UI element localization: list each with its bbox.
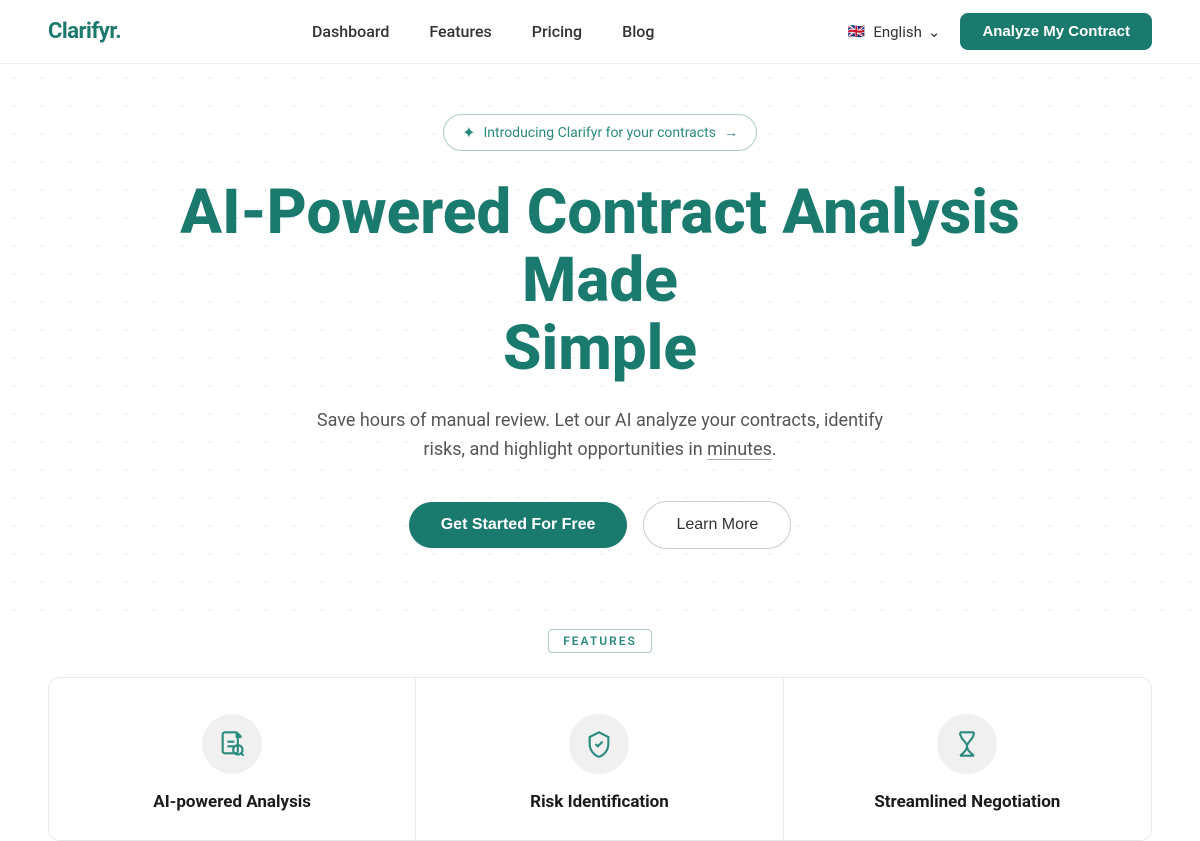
nav-right: 🇬🇧 English ⌄ Analyze My Contract [845, 13, 1152, 50]
language-selector[interactable]: 🇬🇧 English ⌄ [845, 23, 940, 41]
get-started-button[interactable]: Get Started For Free [409, 502, 628, 548]
hero-buttons: Get Started For Free Learn More [409, 501, 792, 549]
nav-blog[interactable]: Blog [622, 22, 654, 41]
hero-title-line2: Simple [503, 312, 697, 385]
risk-icon-circle [569, 714, 629, 774]
negotiation-icon-circle [937, 714, 997, 774]
analysis-icon-circle [202, 714, 262, 774]
arrow-icon: → [724, 124, 738, 141]
features-label: FEATURES [48, 629, 1152, 653]
badge-text: Introducing Clarifyr for your contracts [483, 125, 715, 141]
nav-dashboard[interactable]: Dashboard [312, 22, 389, 41]
shield-icon [585, 730, 613, 758]
feature-title-risk: Risk Identification [530, 792, 669, 812]
nav-features[interactable]: Features [429, 22, 491, 41]
logo: Clarifyr. [48, 19, 121, 44]
learn-more-button[interactable]: Learn More [643, 501, 791, 549]
feature-card-analysis: AI-powered Analysis [49, 678, 416, 840]
feature-title-analysis: AI-powered Analysis [153, 792, 311, 812]
hero-subtitle: Save hours of manual review. Let our AI … [300, 406, 900, 465]
features-badge: FEATURES [548, 629, 652, 653]
features-section: FEATURES AI-powered Analysis [0, 629, 1200, 841]
intro-badge[interactable]: ✦ Introducing Clarifyr for your contract… [443, 114, 757, 151]
nav-pricing[interactable]: Pricing [532, 22, 582, 41]
hero-section: ✦ Introducing Clarifyr for your contract… [0, 64, 1200, 629]
spark-icon: ✦ [462, 123, 475, 142]
analyze-contract-button[interactable]: Analyze My Contract [960, 13, 1152, 50]
hero-title: AI-Powered Contract Analysis Made Simple [150, 179, 1050, 384]
chevron-down-icon: ⌄ [928, 23, 941, 41]
feature-card-risk: Risk Identification [416, 678, 783, 840]
nav-links: Dashboard Features Pricing Blog [312, 22, 655, 41]
language-label: English [873, 23, 922, 41]
hourglass-icon [953, 730, 981, 758]
document-icon [218, 730, 246, 758]
feature-title-negotiation: Streamlined Negotiation [874, 792, 1060, 812]
navbar: Clarifyr. Dashboard Features Pricing Blo… [0, 0, 1200, 64]
features-grid: AI-powered Analysis Risk Identification [48, 677, 1152, 841]
feature-card-negotiation: Streamlined Negotiation [784, 678, 1151, 840]
minutes-text: minutes [707, 439, 772, 460]
hero-title-line1: AI-Powered Contract Analysis Made [180, 176, 1020, 317]
flag-icon: 🇬🇧 [845, 24, 867, 40]
